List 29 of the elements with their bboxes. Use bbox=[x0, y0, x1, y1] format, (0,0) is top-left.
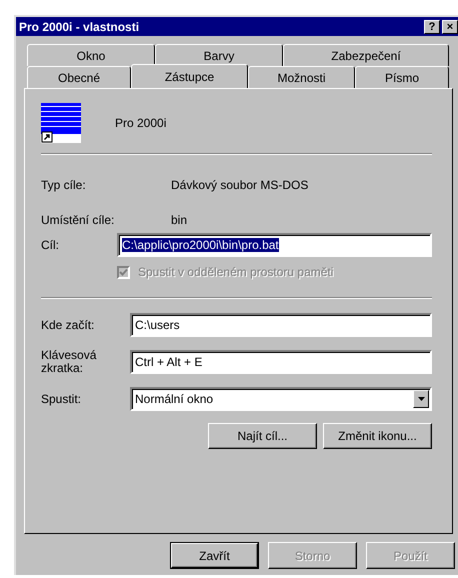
target-field[interactable]: C:\applic\pro2000i\bin\pro.bat bbox=[117, 233, 432, 257]
close-button[interactable]: × bbox=[442, 20, 458, 34]
tab[interactable]: Písmo bbox=[355, 66, 449, 88]
tab[interactable]: Okno bbox=[27, 44, 155, 66]
dialog-button[interactable]: Zavřít bbox=[170, 542, 259, 569]
field-value: Dávkový soubor MS-DOS bbox=[171, 178, 308, 192]
field-label: Cíl: bbox=[41, 238, 60, 252]
field-label: Umístění cíle: bbox=[41, 212, 116, 226]
caret-icon bbox=[418, 397, 424, 401]
field-label: Spustit: bbox=[41, 392, 82, 406]
program-icon bbox=[41, 103, 81, 143]
action-button[interactable]: Najít cíl... bbox=[208, 423, 317, 449]
tab[interactable]: Zabezpečení bbox=[283, 44, 449, 66]
action-button[interactable]: Změnit ikonu... bbox=[323, 423, 432, 449]
field-label: Kde začít: bbox=[41, 318, 96, 332]
dropdown[interactable]: Normální okno bbox=[130, 387, 432, 411]
field-label: Klávesová zkratka: bbox=[41, 349, 98, 375]
help-button[interactable]: ? bbox=[424, 20, 440, 34]
window-title: Pro 2000i - vlastnosti bbox=[19, 20, 140, 34]
tab[interactable]: Barvy bbox=[155, 44, 283, 66]
tab[interactable]: Možnosti bbox=[248, 66, 355, 88]
input-field[interactable]: Ctrl + Alt + E bbox=[130, 350, 432, 374]
tab[interactable]: Obecné bbox=[27, 66, 131, 88]
shortcut-name: Pro 2000i bbox=[115, 116, 166, 130]
tab[interactable]: Zástupce bbox=[131, 64, 248, 88]
field-label: Typ cíle: bbox=[41, 178, 87, 192]
checkbox-label: Spustit v odděleném prostoru paměti bbox=[138, 265, 334, 279]
field-value: bin bbox=[171, 212, 188, 226]
input-field[interactable]: C:\users bbox=[130, 313, 432, 337]
